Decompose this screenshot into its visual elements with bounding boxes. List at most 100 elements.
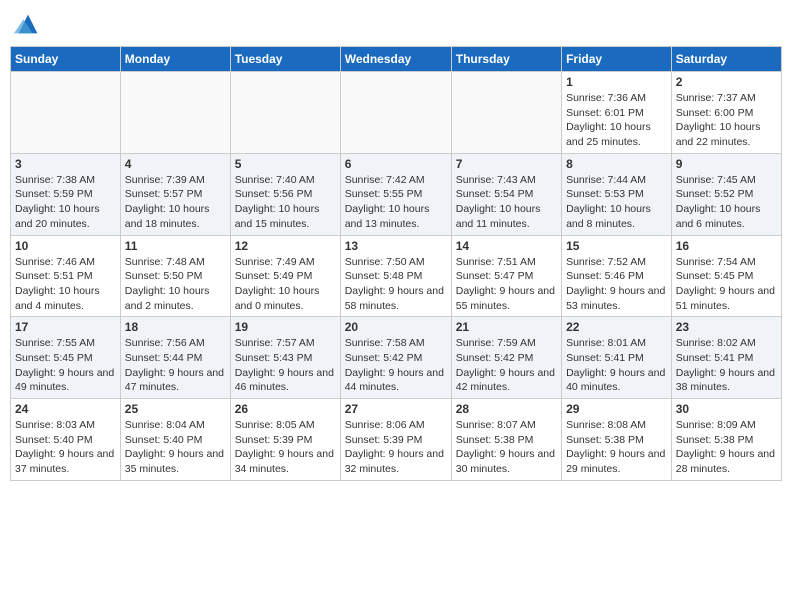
day-info: Sunrise: 8:03 AM Sunset: 5:40 PM Dayligh…	[15, 418, 116, 477]
day-number: 2	[676, 75, 777, 89]
calendar-cell: 9 Sunrise: 7:45 AM Sunset: 5:52 PM Daylig…	[671, 153, 781, 235]
header	[10, 10, 782, 38]
header-monday: Monday	[120, 47, 230, 72]
day-number: 22	[566, 320, 667, 334]
day-number: 20	[345, 320, 447, 334]
day-number: 6	[345, 157, 447, 171]
day-info: Sunrise: 7:45 AM Sunset: 5:52 PM Dayligh…	[676, 173, 777, 232]
day-number: 11	[125, 239, 226, 253]
calendar-cell: 10Sunrise: 7:46 AM Sunset: 5:51 PM Dayli…	[11, 235, 121, 317]
day-number: 29	[566, 402, 667, 416]
day-number: 17	[15, 320, 116, 334]
day-number: 25	[125, 402, 226, 416]
week-row-1: 3 Sunrise: 7:38 AM Sunset: 5:59 PM Daylig…	[11, 153, 782, 235]
day-info: Sunrise: 7:50 AM Sunset: 5:48 PM Dayligh…	[345, 255, 447, 314]
day-info: Sunrise: 8:08 AM Sunset: 5:38 PM Dayligh…	[566, 418, 667, 477]
header-wednesday: Wednesday	[340, 47, 451, 72]
day-info: Sunrise: 8:05 AM Sunset: 5:39 PM Dayligh…	[235, 418, 336, 477]
day-number: 1	[566, 75, 667, 89]
day-info: Sunrise: 8:06 AM Sunset: 5:39 PM Dayligh…	[345, 418, 447, 477]
day-number: 14	[456, 239, 557, 253]
day-info: Sunrise: 7:44 AM Sunset: 5:53 PM Dayligh…	[566, 173, 667, 232]
day-info: Sunrise: 8:01 AM Sunset: 5:41 PM Dayligh…	[566, 336, 667, 395]
day-info: Sunrise: 7:36 AM Sunset: 6:01 PM Dayligh…	[566, 91, 667, 150]
calendar-cell: 13 Sunrise: 7:50 AM Sunset: 5:48 PM Dayli…	[340, 235, 451, 317]
calendar-cell: 11 Sunrise: 7:48 AM Sunset: 5:50 PM Dayli…	[120, 235, 230, 317]
day-info: Sunrise: 7:57 AM Sunset: 5:43 PM Dayligh…	[235, 336, 336, 395]
week-row-0: 1 Sunrise: 7:36 AM Sunset: 6:01 PM Daylig…	[11, 72, 782, 154]
day-info: Sunrise: 7:59 AM Sunset: 5:42 PM Dayligh…	[456, 336, 557, 395]
calendar-cell: 21 Sunrise: 7:59 AM Sunset: 5:42 PM Dayli…	[451, 317, 561, 399]
logo	[10, 10, 42, 38]
calendar-cell: 12 Sunrise: 7:49 AM Sunset: 5:49 PM Dayli…	[230, 235, 340, 317]
day-number: 19	[235, 320, 336, 334]
day-info: Sunrise: 7:38 AM Sunset: 5:59 PM Dayligh…	[15, 173, 116, 232]
day-number: 7	[456, 157, 557, 171]
day-info: Sunrise: 7:49 AM Sunset: 5:49 PM Dayligh…	[235, 255, 336, 314]
header-saturday: Saturday	[671, 47, 781, 72]
day-number: 30	[676, 402, 777, 416]
day-number: 3	[15, 157, 116, 171]
day-number: 15	[566, 239, 667, 253]
calendar-cell: 15 Sunrise: 7:52 AM Sunset: 5:46 PM Dayli…	[562, 235, 672, 317]
day-number: 4	[125, 157, 226, 171]
week-row-2: 10Sunrise: 7:46 AM Sunset: 5:51 PM Dayli…	[11, 235, 782, 317]
calendar-cell: 3 Sunrise: 7:38 AM Sunset: 5:59 PM Daylig…	[11, 153, 121, 235]
day-info: Sunrise: 7:39 AM Sunset: 5:57 PM Dayligh…	[125, 173, 226, 232]
week-row-4: 24Sunrise: 8:03 AM Sunset: 5:40 PM Dayli…	[11, 399, 782, 481]
calendar-cell: 28 Sunrise: 8:07 AM Sunset: 5:38 PM Dayli…	[451, 399, 561, 481]
day-info: Sunrise: 7:40 AM Sunset: 5:56 PM Dayligh…	[235, 173, 336, 232]
day-number: 12	[235, 239, 336, 253]
day-number: 5	[235, 157, 336, 171]
day-info: Sunrise: 8:09 AM Sunset: 5:38 PM Dayligh…	[676, 418, 777, 477]
calendar-cell: 14 Sunrise: 7:51 AM Sunset: 5:47 PM Dayli…	[451, 235, 561, 317]
day-info: Sunrise: 7:46 AM Sunset: 5:51 PM Dayligh…	[15, 255, 116, 314]
calendar-cell: 25 Sunrise: 8:04 AM Sunset: 5:40 PM Dayli…	[120, 399, 230, 481]
logo-icon	[14, 10, 42, 38]
day-number: 21	[456, 320, 557, 334]
week-row-3: 17 Sunrise: 7:55 AM Sunset: 5:45 PM Dayli…	[11, 317, 782, 399]
day-info: Sunrise: 8:04 AM Sunset: 5:40 PM Dayligh…	[125, 418, 226, 477]
calendar-cell	[451, 72, 561, 154]
calendar-cell: 23Sunrise: 8:02 AM Sunset: 5:41 PM Dayli…	[671, 317, 781, 399]
calendar-cell: 17 Sunrise: 7:55 AM Sunset: 5:45 PM Dayli…	[11, 317, 121, 399]
calendar-cell: 24Sunrise: 8:03 AM Sunset: 5:40 PM Dayli…	[11, 399, 121, 481]
day-info: Sunrise: 7:42 AM Sunset: 5:55 PM Dayligh…	[345, 173, 447, 232]
header-tuesday: Tuesday	[230, 47, 340, 72]
day-number: 28	[456, 402, 557, 416]
calendar-cell: 1 Sunrise: 7:36 AM Sunset: 6:01 PM Daylig…	[562, 72, 672, 154]
calendar-cell: 26Sunrise: 8:05 AM Sunset: 5:39 PM Dayli…	[230, 399, 340, 481]
day-info: Sunrise: 7:43 AM Sunset: 5:54 PM Dayligh…	[456, 173, 557, 232]
calendar-cell: 19 Sunrise: 7:57 AM Sunset: 5:43 PM Dayli…	[230, 317, 340, 399]
header-friday: Friday	[562, 47, 672, 72]
day-info: Sunrise: 7:52 AM Sunset: 5:46 PM Dayligh…	[566, 255, 667, 314]
day-info: Sunrise: 7:48 AM Sunset: 5:50 PM Dayligh…	[125, 255, 226, 314]
calendar-cell: 22 Sunrise: 8:01 AM Sunset: 5:41 PM Dayli…	[562, 317, 672, 399]
calendar-cell: 4 Sunrise: 7:39 AM Sunset: 5:57 PM Daylig…	[120, 153, 230, 235]
header-sunday: Sunday	[11, 47, 121, 72]
calendar-cell: 20 Sunrise: 7:58 AM Sunset: 5:42 PM Dayli…	[340, 317, 451, 399]
calendar-cell	[230, 72, 340, 154]
day-info: Sunrise: 7:58 AM Sunset: 5:42 PM Dayligh…	[345, 336, 447, 395]
calendar-cell	[340, 72, 451, 154]
day-number: 13	[345, 239, 447, 253]
day-number: 27	[345, 402, 447, 416]
calendar-cell: 8 Sunrise: 7:44 AM Sunset: 5:53 PM Daylig…	[562, 153, 672, 235]
calendar-cell: 30 Sunrise: 8:09 AM Sunset: 5:38 PM Dayli…	[671, 399, 781, 481]
calendar-table: SundayMondayTuesdayWednesdayThursdayFrid…	[10, 46, 782, 481]
day-info: Sunrise: 7:56 AM Sunset: 5:44 PM Dayligh…	[125, 336, 226, 395]
calendar-cell: 2 Sunrise: 7:37 AM Sunset: 6:00 PM Daylig…	[671, 72, 781, 154]
day-info: Sunrise: 8:07 AM Sunset: 5:38 PM Dayligh…	[456, 418, 557, 477]
day-number: 16	[676, 239, 777, 253]
calendar-cell: 29 Sunrise: 8:08 AM Sunset: 5:38 PM Dayli…	[562, 399, 672, 481]
day-number: 18	[125, 320, 226, 334]
calendar-cell	[120, 72, 230, 154]
header-thursday: Thursday	[451, 47, 561, 72]
day-info: Sunrise: 7:55 AM Sunset: 5:45 PM Dayligh…	[15, 336, 116, 395]
day-number: 23	[676, 320, 777, 334]
day-info: Sunrise: 7:54 AM Sunset: 5:45 PM Dayligh…	[676, 255, 777, 314]
day-number: 9	[676, 157, 777, 171]
day-info: Sunrise: 7:37 AM Sunset: 6:00 PM Dayligh…	[676, 91, 777, 150]
day-number: 8	[566, 157, 667, 171]
day-info: Sunrise: 7:51 AM Sunset: 5:47 PM Dayligh…	[456, 255, 557, 314]
